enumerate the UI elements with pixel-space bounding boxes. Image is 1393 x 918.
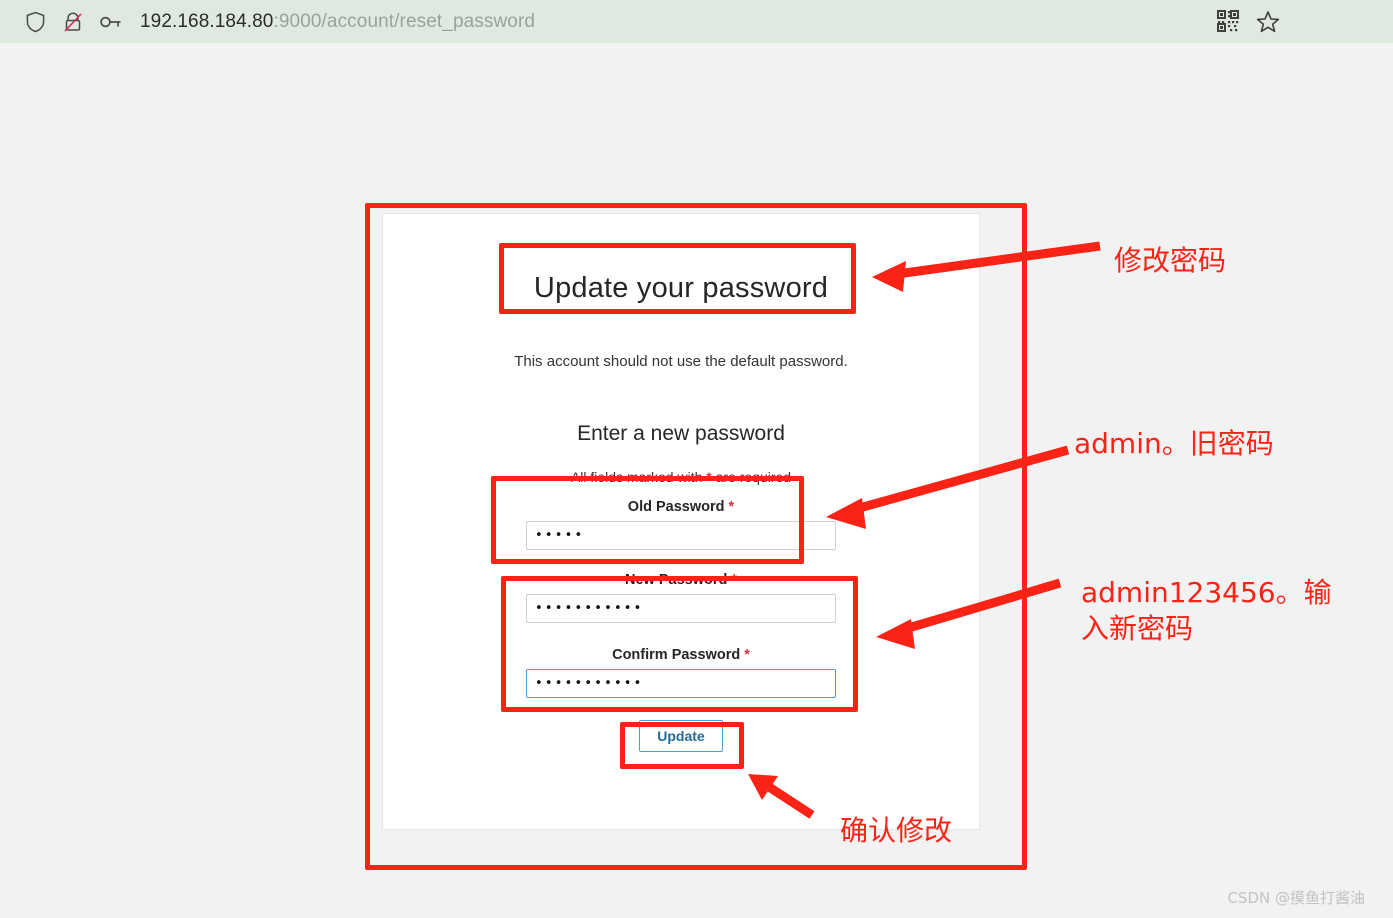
url-bar-actions xyxy=(1215,8,1281,34)
url-text[interactable]: 192.168.184.80:9000/account/reset_passwo… xyxy=(140,11,535,33)
bookmark-star-icon[interactable] xyxy=(1255,8,1281,34)
annotation-label-confirm-update: 确认修改 xyxy=(840,814,953,847)
annotation-box-update-button xyxy=(620,722,744,769)
watermark: CSDN @摸鱼打酱油 xyxy=(1227,889,1365,907)
tracker-blocked-icon[interactable] xyxy=(60,9,86,35)
url-bar-input[interactable]: 192.168.184.80:9000/account/reset_passwo… xyxy=(8,3,1273,40)
annotation-box-old-password xyxy=(491,476,804,564)
annotation-box-new-password xyxy=(501,576,858,712)
annotation-label-new-password: admin123456。输 入新密码 xyxy=(1081,576,1332,646)
url-path: :9000/account/reset_password xyxy=(273,10,536,32)
annotation-box-title xyxy=(499,243,856,314)
page-body: Update your password This account should… xyxy=(0,43,1393,918)
key-icon[interactable] xyxy=(98,9,124,35)
annotation-label-change-password: 修改密码 xyxy=(1114,244,1227,277)
url-host: 192.168.184.80 xyxy=(140,10,274,32)
qr-code-icon[interactable] xyxy=(1215,8,1241,34)
annotation-label-old-password: admin。旧密码 xyxy=(1074,427,1274,460)
shield-icon[interactable] xyxy=(22,9,48,35)
browser-url-bar: 192.168.184.80:9000/account/reset_passwo… xyxy=(0,0,1393,43)
